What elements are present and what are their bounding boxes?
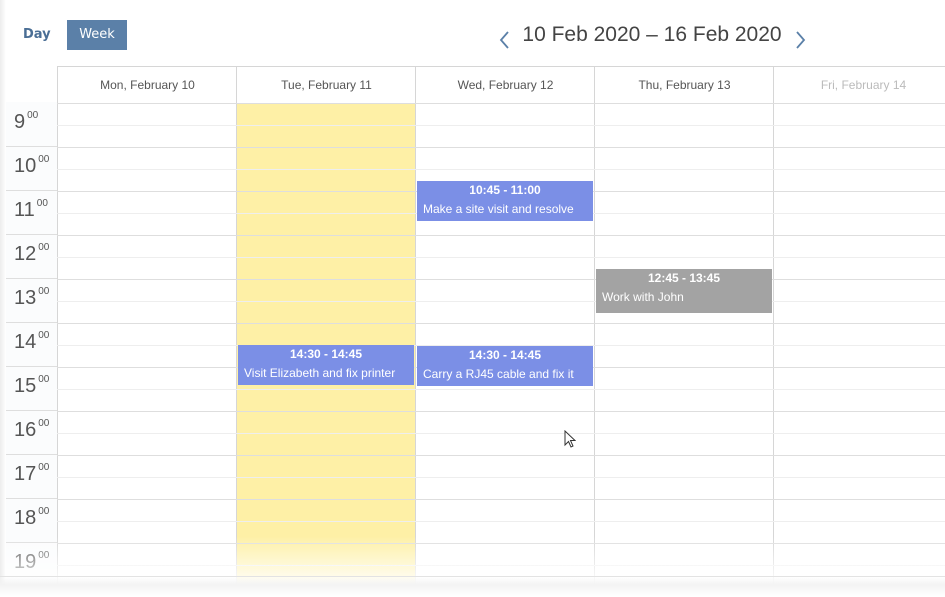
half-hour-gridline [57, 477, 945, 478]
time-label: 12 00 [14, 242, 50, 265]
half-hour-gridline [57, 125, 945, 126]
half-hour-gridline [57, 565, 945, 566]
half-hour-gridline [57, 521, 945, 522]
event-title: Make a site visit and resolve [423, 202, 574, 216]
time-label: 11 00 [14, 198, 48, 221]
event-time: 14:30 - 14:45 [468, 348, 542, 362]
time-gridline [6, 278, 57, 279]
time-label: 10 00 [14, 154, 50, 177]
time-label: 15 00 [14, 374, 50, 397]
time-label: 9 00 [14, 110, 39, 133]
time-gridline [6, 542, 57, 543]
event-title: Visit Elizabeth and fix printer [244, 366, 396, 380]
time-column: 9 00 10 00 11 00 12 00 13 00 14 00 15 00 16 00 1… [6, 102, 58, 584]
hour-gridline [57, 543, 945, 544]
time-gridline [6, 454, 57, 455]
event-title: Carry a RJ45 cable and fix it [423, 367, 574, 381]
mouse-pointer-icon [564, 429, 577, 450]
half-hour-gridline [57, 433, 945, 434]
week-grid: 10:45 - 11:00 Make a site visit and reso… [57, 103, 945, 584]
event-visit-elizabeth[interactable]: 14:30 - 14:45 Visit Elizabeth and fix pr… [238, 345, 414, 385]
time-label: 13 00 [14, 286, 50, 309]
half-hour-gridline [57, 301, 945, 302]
hour-gridline [57, 499, 945, 500]
hour-gridline [57, 455, 945, 456]
event-time: 12:45 - 13:45 [647, 271, 721, 285]
event-time: 14:30 - 14:45 [289, 347, 363, 361]
day-column-mon[interactable] [57, 103, 237, 584]
hour-gridline [57, 279, 945, 280]
day-header-wed[interactable]: Wed, February 12 [415, 67, 595, 103]
time-label: 17 00 [14, 462, 50, 485]
day-header-thu[interactable]: Thu, February 13 [594, 67, 774, 103]
hour-gridline [57, 235, 945, 236]
hour-gridline [57, 323, 945, 324]
day-column-wed[interactable] [415, 103, 595, 584]
date-range-title: 10 Feb 2020 – 16 Feb 2020 [522, 23, 782, 46]
time-gridline [6, 190, 57, 191]
chevron-right-icon[interactable] [791, 26, 809, 54]
half-hour-gridline [57, 257, 945, 258]
time-gridline [6, 366, 57, 367]
time-gridline [6, 498, 57, 499]
half-hour-gridline [57, 169, 945, 170]
hour-gridline [57, 147, 945, 148]
scheduler: Day Week 10 Feb 2020 – 16 Feb 2020 Mon, … [6, 6, 945, 584]
week-view-button[interactable]: Week [67, 20, 127, 50]
day-view-button[interactable]: Day [23, 27, 53, 45]
day-column-thu[interactable] [594, 103, 774, 584]
day-header-row: Mon, February 10 Tue, February 11 Wed, F… [57, 66, 945, 104]
event-site-visit[interactable]: 10:45 - 11:00 Make a site visit and reso… [417, 181, 593, 221]
event-work-with-john[interactable]: 12:45 - 13:45 Work with John [596, 269, 772, 313]
event-rj45-cable[interactable]: 14:30 - 14:45 Carry a RJ45 cable and fix… [417, 346, 593, 386]
day-column-tue-today[interactable] [236, 103, 416, 584]
half-hour-gridline [57, 389, 945, 390]
day-header-fri[interactable]: Fri, February 14 [773, 67, 945, 103]
day-header-tue[interactable]: Tue, February 11 [236, 67, 416, 103]
torn-page-edge [0, 576, 945, 597]
time-gridline [6, 234, 57, 235]
day-header-mon[interactable]: Mon, February 10 [57, 67, 237, 103]
time-label: 16 00 [14, 418, 50, 441]
hour-gridline [57, 103, 945, 104]
day-column-fri[interactable] [773, 103, 945, 584]
time-label: 18 00 [14, 506, 50, 529]
time-label: 14 00 [14, 330, 50, 353]
chevron-left-icon[interactable] [496, 26, 514, 54]
time-gridline [6, 322, 57, 323]
time-gridline [6, 410, 57, 411]
event-time: 10:45 - 11:00 [469, 183, 541, 197]
event-title: Work with John [602, 290, 684, 304]
time-gridline [6, 146, 57, 147]
hour-gridline [57, 411, 945, 412]
